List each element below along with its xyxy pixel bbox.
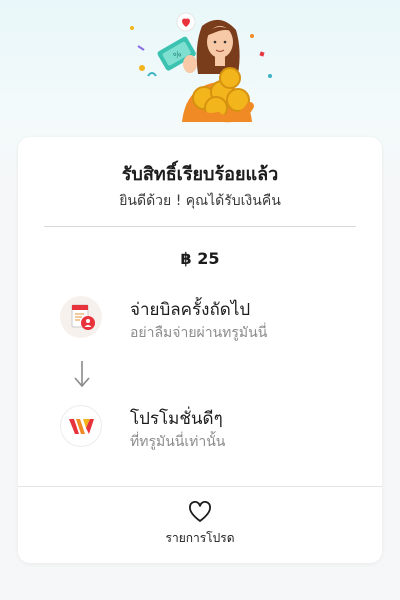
hero-illustration: % [120, 6, 280, 126]
divider [18, 486, 382, 487]
heart-outline-icon [189, 501, 211, 522]
woman-with-coins-illustration: % [130, 12, 272, 123]
arrow-down-icon [72, 359, 92, 389]
card-subtitle: ยินดีด้วย ! คุณได้รับเงินคืน [119, 193, 281, 209]
bill-document-icon [60, 296, 102, 338]
step-title: โปรโมชั่นดีๆ [130, 409, 223, 429]
step-title: จ่ายบิลครั้งถัดไป [130, 300, 251, 320]
truemoney-w-logo-icon [60, 405, 102, 447]
step-subtitle: ที่ทรูมันนี่เท่านั้น [130, 434, 226, 450]
step-subtitle: อย่าลืมจ่ายผ่านทรูมันนี่ [130, 325, 268, 341]
step-next-bill: จ่ายบิลครั้งถัดไป อย่าลืมจ่ายผ่านทรูมันน… [60, 296, 360, 341]
favorites-button[interactable]: รายการโปรด [150, 501, 250, 551]
step-promotions: โปรโมชั่นดีๆ ที่ทรูมันนี่เท่านั้น [60, 405, 360, 450]
reward-card: รับสิทธิ์เรียบร้อยแล้ว ยินดีด้วย ! คุณได… [18, 137, 382, 563]
favorites-label: รายการโปรด [165, 531, 235, 545]
cashback-amount: ฿ 25 [180, 249, 220, 268]
card-title: รับสิทธิ์เรียบร้อยแล้ว [121, 164, 279, 185]
divider [44, 226, 356, 227]
